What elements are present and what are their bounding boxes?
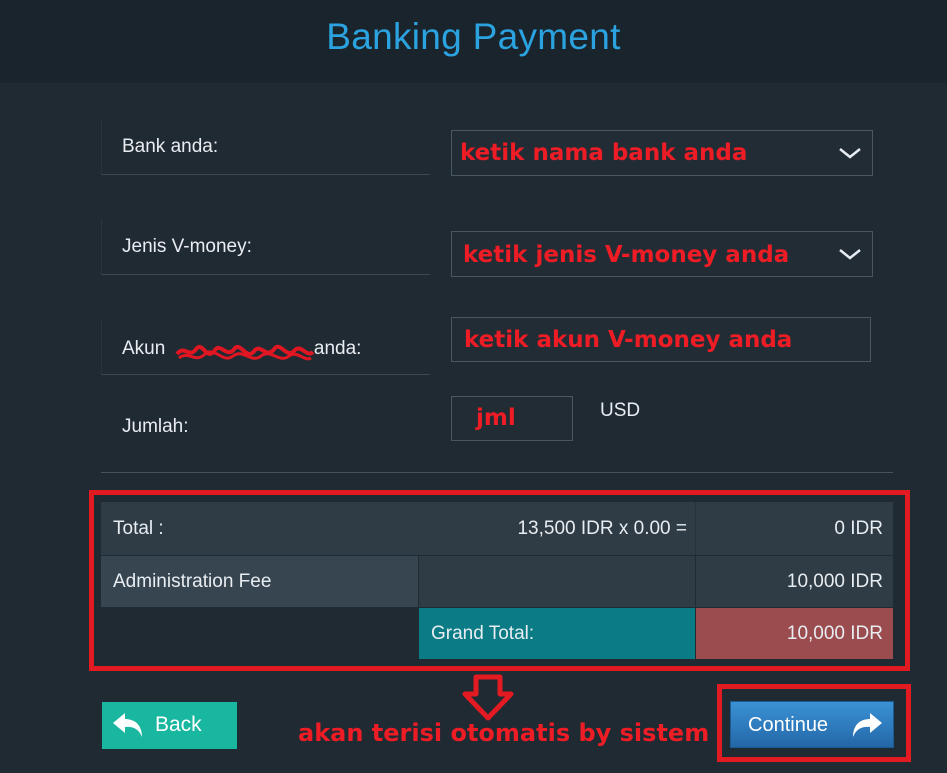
bank-label: Bank anda: <box>122 135 219 157</box>
account-label-suffix: anda: <box>308 337 362 359</box>
page-header: Banking Payment <box>0 0 947 83</box>
redaction-scribble <box>175 344 315 361</box>
back-button[interactable]: Back <box>102 702 237 749</box>
amount-input[interactable]: jml <box>451 396 573 441</box>
bank-select[interactable]: ketik nama bank anda <box>451 130 873 176</box>
vmoney-type-select-value: ketik jenis V-money anda <box>463 242 790 268</box>
page-title: Banking Payment <box>326 15 621 57</box>
account-label-prefix: Akun <box>122 337 171 359</box>
bank-label-cell: Bank anda: <box>101 119 430 175</box>
vmoney-type-label: Jenis V-money: <box>122 235 252 257</box>
chevron-down-icon <box>839 249 861 260</box>
arrow-down-icon <box>462 674 514 721</box>
amount-label: Jumlah: <box>122 416 189 437</box>
account-input-value: ketik akun V-money anda <box>464 327 793 353</box>
account-input[interactable]: ketik akun V-money anda <box>451 317 871 362</box>
chevron-down-icon <box>839 148 861 159</box>
back-button-label: Back <box>155 713 202 736</box>
bank-select-value: ketik nama bank anda <box>460 140 748 166</box>
annotation-continue-box <box>717 684 911 762</box>
back-arrow-icon <box>113 713 142 737</box>
amount-currency: USD <box>600 400 641 421</box>
auto-fill-note: akan terisi otomatis by sistem <box>298 719 710 747</box>
vmoney-type-label-cell: Jenis V-money: <box>101 219 430 275</box>
amount-input-value: jml <box>476 405 516 431</box>
vmoney-type-select[interactable]: ketik jenis V-money anda <box>451 231 873 277</box>
annotation-summary-box <box>89 490 910 671</box>
divider <box>101 472 893 473</box>
